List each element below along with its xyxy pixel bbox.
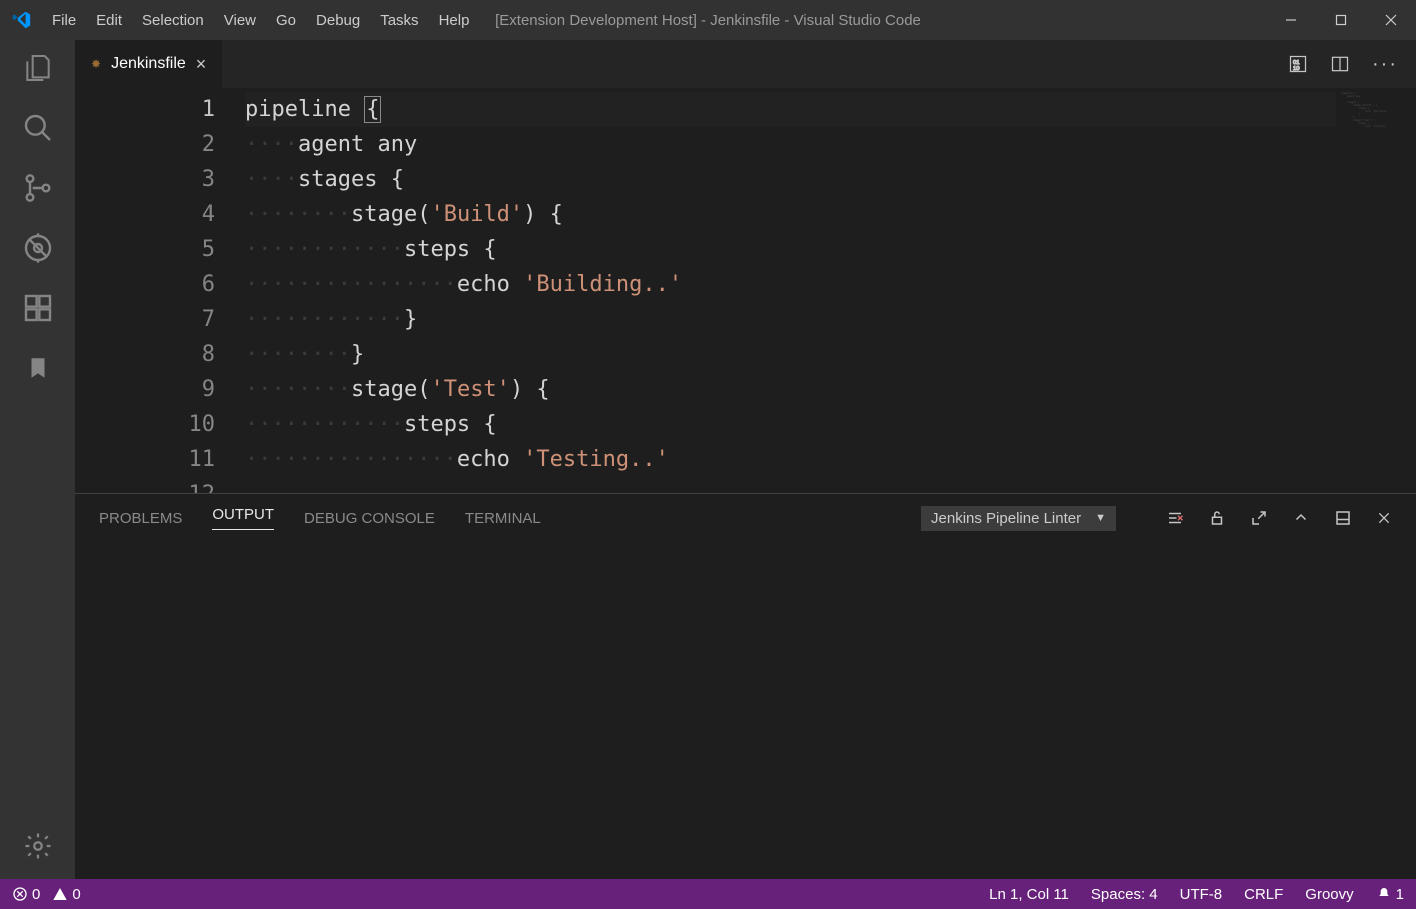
settings-gear-icon[interactable] bbox=[23, 831, 53, 861]
status-bar: 0 0 Ln 1, Col 11 Spaces: 4 UTF-8 CRLF Gr… bbox=[0, 879, 1416, 909]
lock-scroll-icon[interactable] bbox=[1208, 509, 1226, 527]
status-encoding[interactable]: UTF-8 bbox=[1180, 886, 1223, 903]
menu-debug[interactable]: Debug bbox=[308, 8, 368, 33]
status-language[interactable]: Groovy bbox=[1305, 886, 1353, 903]
menu-selection[interactable]: Selection bbox=[134, 8, 212, 33]
output-body[interactable] bbox=[75, 542, 1416, 879]
menu-edit[interactable]: Edit bbox=[88, 8, 130, 33]
maximize-panel-icon[interactable] bbox=[1334, 509, 1352, 527]
menu-bar: FileEditSelectionViewGoDebugTasksHelp bbox=[44, 8, 477, 33]
code-editor[interactable]: 123456789101112 pipeline {····agent any·… bbox=[75, 88, 1416, 493]
tab-label: Jenkinsfile bbox=[111, 55, 186, 73]
line-numbers: 123456789101112 bbox=[75, 88, 245, 493]
window-title: [Extension Development Host] - Jenkinsfi… bbox=[495, 12, 921, 29]
close-icon[interactable]: × bbox=[196, 54, 207, 75]
status-cursor-pos[interactable]: Ln 1, Col 11 bbox=[989, 886, 1069, 903]
activity-bar bbox=[0, 40, 75, 879]
editor-tabs: ✸ Jenkinsfile × 0110 ··· bbox=[75, 40, 1416, 88]
search-icon[interactable] bbox=[22, 112, 54, 144]
panel-tab-output[interactable]: OUTPUT bbox=[212, 506, 274, 530]
tab-jenkinsfile[interactable]: ✸ Jenkinsfile × bbox=[75, 40, 223, 88]
debug-icon[interactable] bbox=[22, 232, 54, 264]
minimap[interactable]: pipeline { agent any stages { stage('Bui… bbox=[1336, 88, 1416, 493]
binary-icon[interactable]: 0110 bbox=[1288, 54, 1308, 74]
minimize-button[interactable] bbox=[1266, 0, 1316, 40]
clear-output-icon[interactable] bbox=[1166, 509, 1184, 527]
status-indent[interactable]: Spaces: 4 bbox=[1091, 886, 1158, 903]
open-file-icon[interactable] bbox=[1250, 509, 1268, 527]
menu-view[interactable]: View bbox=[216, 8, 264, 33]
status-warnings[interactable]: 0 bbox=[52, 886, 80, 903]
more-icon[interactable]: ··· bbox=[1372, 53, 1398, 76]
panel-tab-terminal[interactable]: TERMINAL bbox=[465, 510, 541, 527]
panel-tab-problems[interactable]: PROBLEMS bbox=[99, 510, 182, 527]
bookmark-icon[interactable] bbox=[25, 352, 51, 384]
panel-tabs: PROBLEMS OUTPUT DEBUG CONSOLE TERMINAL Jenki… bbox=[75, 494, 1416, 542]
extensions-icon[interactable] bbox=[22, 292, 54, 324]
panel-tab-debug-console[interactable]: DEBUG CONSOLE bbox=[304, 510, 435, 527]
source-control-icon[interactable] bbox=[22, 172, 54, 204]
close-button[interactable] bbox=[1366, 0, 1416, 40]
svg-text:10: 10 bbox=[1293, 66, 1300, 72]
bottom-panel: PROBLEMS OUTPUT DEBUG CONSOLE TERMINAL Jenki… bbox=[75, 493, 1416, 879]
status-eol[interactable]: CRLF bbox=[1244, 886, 1283, 903]
menu-file[interactable]: File bbox=[44, 8, 84, 33]
file-icon: ✸ bbox=[91, 57, 101, 71]
status-notifications[interactable]: 1 bbox=[1376, 886, 1404, 903]
menu-tasks[interactable]: Tasks bbox=[372, 8, 426, 33]
collapse-icon[interactable] bbox=[1292, 509, 1310, 527]
close-panel-icon[interactable] bbox=[1376, 510, 1392, 526]
output-channel-selector[interactable]: Jenkins Pipeline Linter▼ bbox=[921, 506, 1116, 531]
vscode-logo-icon bbox=[10, 9, 32, 31]
explorer-icon[interactable] bbox=[22, 52, 54, 84]
maximize-button[interactable] bbox=[1316, 0, 1366, 40]
titlebar: FileEditSelectionViewGoDebugTasksHelp [E… bbox=[0, 0, 1416, 40]
menu-go[interactable]: Go bbox=[268, 8, 304, 33]
menu-help[interactable]: Help bbox=[431, 8, 478, 33]
split-editor-icon[interactable] bbox=[1330, 54, 1350, 74]
status-errors[interactable]: 0 bbox=[12, 886, 40, 903]
